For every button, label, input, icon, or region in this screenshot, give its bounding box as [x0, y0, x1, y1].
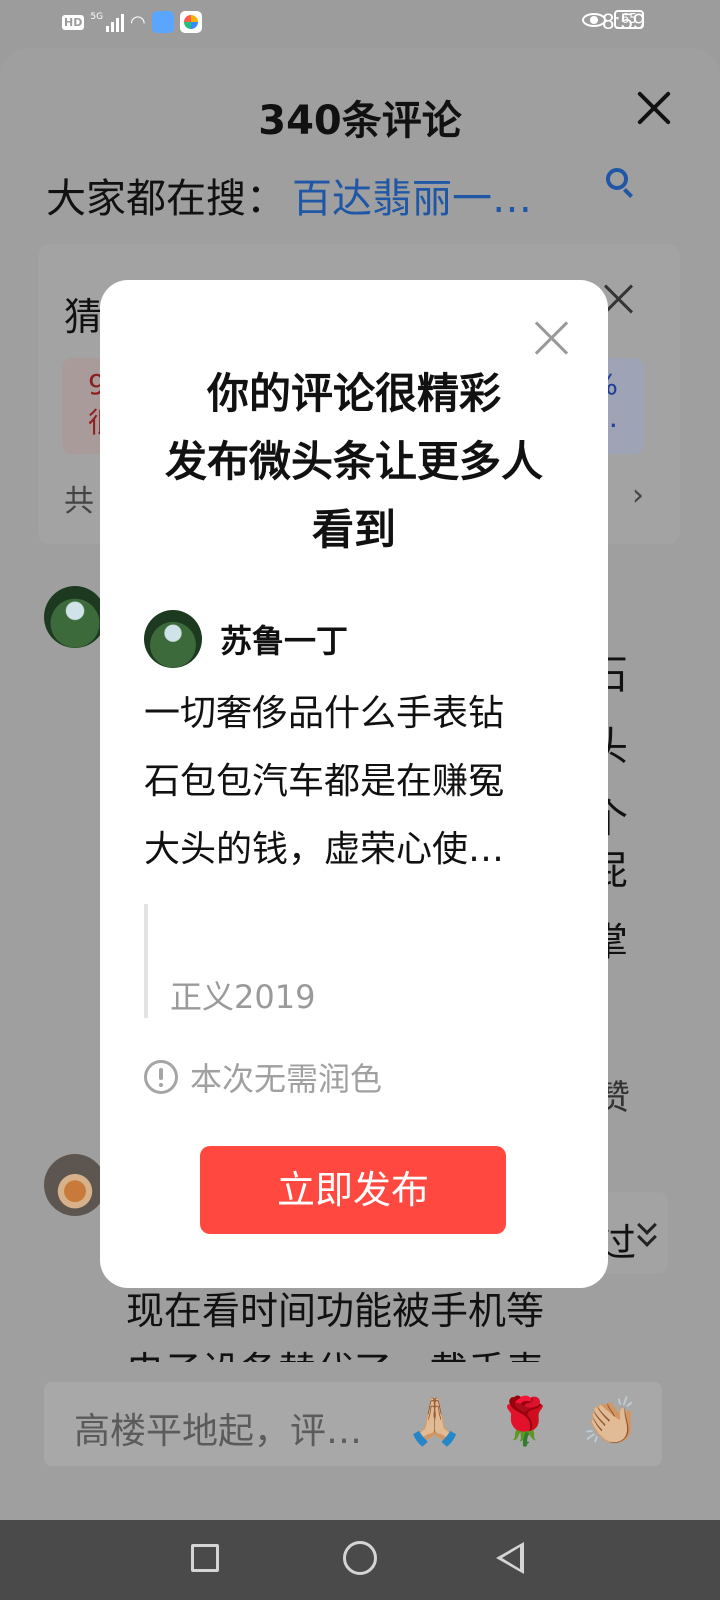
- close-icon[interactable]: [604, 284, 634, 314]
- comment-text-clip: 电子设备替代了，戴手表: [126, 1344, 646, 1362]
- avatar[interactable]: [44, 586, 106, 648]
- close-icon[interactable]: [534, 320, 570, 356]
- search-icon[interactable]: [606, 168, 628, 190]
- chevron-right-icon[interactable]: ›: [632, 478, 644, 513]
- quoted-reply: 正义2019: [144, 904, 315, 1018]
- pray-emoji-icon[interactable]: 🙏🏼: [406, 1394, 463, 1449]
- avatar: [144, 610, 202, 668]
- wifi-icon: ◠: [130, 11, 146, 33]
- clap-emoji-icon[interactable]: 👏🏼: [582, 1394, 639, 1449]
- reply-input[interactable]: 高楼平地起，评…: [74, 1402, 362, 1454]
- polish-hint: 本次无需润色: [144, 1054, 382, 1100]
- dialog-title-line: 你的评论很精彩: [206, 369, 501, 418]
- publish-dialog: 你的评论很精彩 发布微头条让更多人 看到 苏鲁一丁 一切奢侈品什么手表钻 石包包…: [100, 280, 608, 1288]
- status-bar: HD 5G ◠ 65 8:59: [0, 0, 720, 48]
- home-icon[interactable]: [343, 1541, 377, 1575]
- recent-apps-icon[interactable]: [191, 1544, 219, 1572]
- close-icon[interactable]: [634, 88, 674, 128]
- network-type: 5G: [90, 12, 104, 22]
- guess-card-footer: 共: [64, 484, 94, 519]
- comment-text: 电子设备替代了，戴手表: [126, 1344, 544, 1362]
- comment-preview: 一切奢侈品什么手表钻 石包包汽车都是在赚冤 大头的钱，虚荣心使…: [144, 693, 505, 870]
- hot-search-keyword[interactable]: 百达翡丽一…: [292, 166, 532, 224]
- pinwheel-app-icon: [179, 11, 202, 33]
- status-left: HD 5G ◠: [62, 11, 202, 33]
- author-name: 苏鲁一丁: [220, 622, 349, 660]
- back-icon[interactable]: [496, 1542, 524, 1574]
- hd-badge: HD: [62, 14, 85, 30]
- avatar[interactable]: [44, 1154, 106, 1216]
- dialog-title-line: 看到: [311, 505, 396, 554]
- reply-bar[interactable]: 高楼平地起，评… 🙏🏼 🌹 👏🏼: [44, 1382, 662, 1466]
- dialog-title: 你的评论很精彩 发布微头条让更多人 看到: [100, 360, 608, 564]
- dialog-title-line: 发布微头条让更多人: [164, 437, 543, 486]
- hot-search-label: 大家都在搜：: [46, 176, 286, 222]
- clock: 8:59: [602, 9, 645, 34]
- system-nav-bar: [0, 1520, 720, 1600]
- signal-icon: 5G: [90, 12, 125, 32]
- info-icon: [144, 1060, 178, 1094]
- cloud-app-icon: [151, 11, 174, 33]
- rose-emoji-icon[interactable]: 🌹: [496, 1394, 553, 1449]
- comment-text: 现在看时间功能被手机等: [126, 1289, 545, 1333]
- hot-search-row[interactable]: 大家都在搜： 百达翡丽一…: [46, 166, 628, 224]
- guess-card-title: 猜: [64, 295, 103, 339]
- comments-title: 340条评论: [258, 98, 462, 144]
- publish-button[interactable]: 立即发布: [200, 1146, 506, 1234]
- double-chevron-down-icon: [637, 1215, 658, 1248]
- polish-hint-text: 本次无需润色: [190, 1060, 383, 1098]
- quoted-author: 正义2019: [170, 978, 316, 1016]
